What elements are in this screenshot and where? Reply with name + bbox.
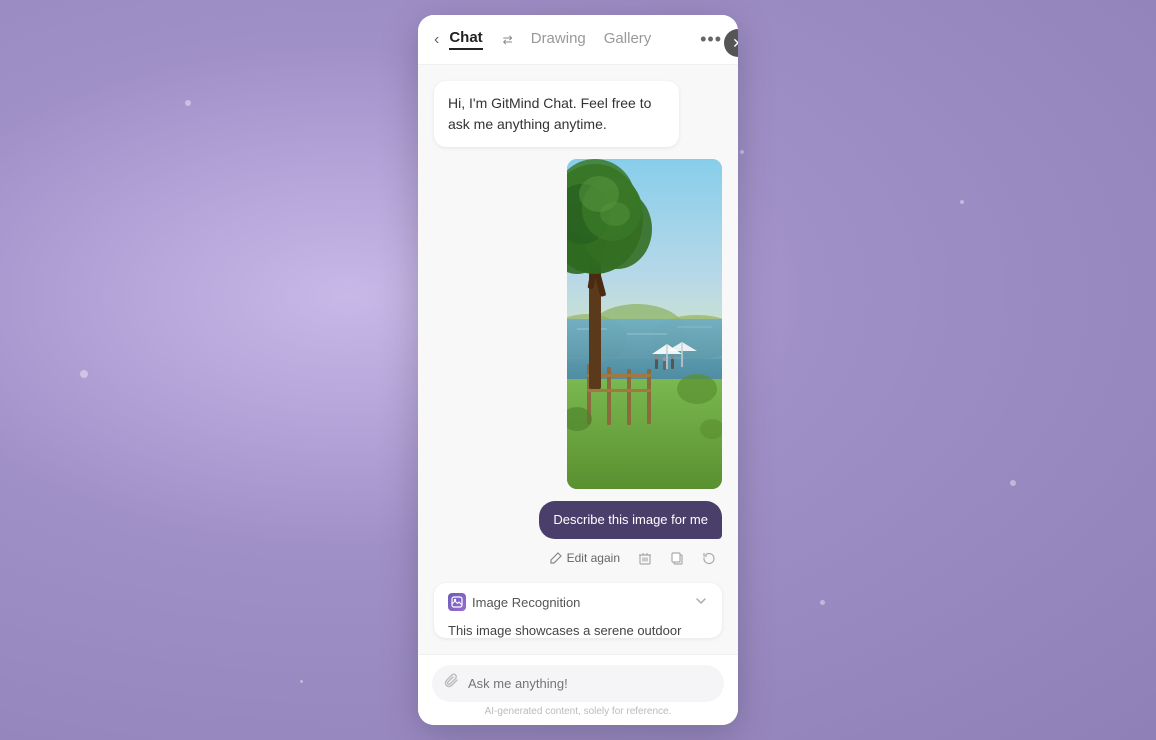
landscape-image (567, 159, 722, 489)
copy-button[interactable] (666, 549, 688, 567)
particle (1010, 480, 1016, 486)
back-button[interactable]: ‹ (434, 31, 439, 49)
disclaimer: AI-generated content, solely for referen… (432, 702, 724, 719)
tab-gallery[interactable]: Gallery (604, 30, 652, 49)
chat-input[interactable] (468, 676, 712, 691)
chevron-icon (694, 594, 708, 608)
ai-icon (448, 593, 466, 611)
particle (960, 200, 964, 204)
particle (185, 100, 191, 106)
image-recognition-icon (451, 596, 463, 608)
refresh-button[interactable] (698, 549, 720, 567)
particle (740, 150, 744, 154)
image-message (567, 159, 722, 489)
ai-label: Image Recognition (448, 593, 580, 611)
copy-icon (670, 551, 684, 565)
user-message-wrap: Describe this image for me Edit again (539, 501, 722, 571)
chat-image (567, 159, 722, 489)
user-bubble: Describe this image for me (539, 501, 722, 539)
action-row: Edit again (543, 545, 722, 571)
tab-drawing[interactable]: Drawing (531, 30, 586, 49)
edit-again-button[interactable]: Edit again (545, 549, 624, 567)
particle (820, 600, 825, 605)
swap-icon: ⇄ (503, 33, 513, 47)
chat-input-area: AI-generated content, solely for referen… (418, 654, 738, 725)
particle (300, 680, 303, 683)
chat-header: ‹ Chat ⇄ Drawing Gallery ••• (418, 15, 738, 65)
ai-response: Image Recognition This image showcases a… (434, 583, 722, 638)
chevron-down-icon (694, 594, 708, 611)
edit-icon (549, 551, 563, 565)
chat-body: Hi, I'm GitMind Chat. Feel free to ask m… (418, 65, 738, 654)
ai-response-header[interactable]: Image Recognition (434, 583, 722, 621)
input-row (432, 665, 724, 702)
more-button[interactable]: ••• (700, 29, 722, 50)
delete-button[interactable] (634, 549, 656, 567)
refresh-icon (702, 551, 716, 565)
header-tabs: Chat ⇄ Drawing Gallery (449, 29, 700, 50)
particle (80, 370, 88, 378)
delete-icon (638, 551, 652, 565)
chat-panel: ✕ ▶ ‹ Chat ⇄ Drawing Gallery ••• Hi, I'm… (418, 15, 738, 725)
attach-svg (444, 673, 460, 689)
welcome-message: Hi, I'm GitMind Chat. Feel free to ask m… (434, 81, 679, 147)
ai-response-text: This image showcases a serene outdoor se… (434, 621, 722, 638)
attach-icon[interactable] (444, 673, 460, 694)
tab-chat[interactable]: Chat (449, 29, 482, 50)
